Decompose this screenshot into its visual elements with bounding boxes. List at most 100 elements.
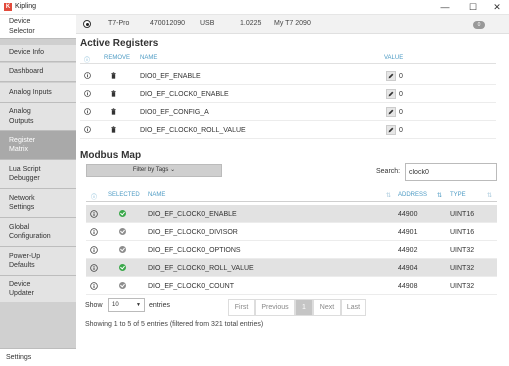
pagination-next[interactable]: Next (313, 299, 341, 316)
sidebar-item-label: Register (9, 136, 36, 144)
edit-value-button[interactable] (386, 89, 396, 99)
sidebar-item-dashboard[interactable]: Dashboard (0, 63, 76, 82)
info-icon[interactable] (84, 72, 91, 79)
selected-check-icon[interactable] (119, 210, 126, 217)
modbus-map-row[interactable]: DIO_EF_CLOCK0_ROLL_VALUE 44904 UINT32 (86, 259, 497, 277)
register-name: DIO0_EF_CONFIG_A (140, 109, 209, 116)
show-label: Show (85, 302, 103, 309)
maximize-button[interactable]: ☐ (460, 0, 486, 14)
info-column-header[interactable]: ⓘ (91, 192, 97, 201)
sidebar-item-label: Debugger (9, 175, 40, 182)
selected-check-icon[interactable] (119, 264, 126, 271)
active-registers-title: Active Registers (80, 38, 159, 49)
info-icon[interactable] (90, 246, 98, 254)
sidebar-item-analog-inputs[interactable]: Analog Inputs (0, 83, 76, 103)
name-sort-icon[interactable]: ⇅ (386, 192, 391, 199)
sidebar-item-register-matrix[interactable]: Register Matrix (0, 131, 76, 160)
sidebar-item-label: Selector (9, 27, 35, 35)
device-connection: USB (200, 20, 215, 27)
sidebar-item-device-selector[interactable]: Device Selector (0, 15, 76, 39)
address-sort-icon[interactable]: ⇅ (437, 192, 442, 199)
pagination-first[interactable]: First (228, 299, 255, 316)
page-size-select[interactable]: 10 ▼ (108, 298, 145, 312)
filter-by-tags-button[interactable]: Filter by Tags ⌄ (86, 164, 222, 177)
sidebar-item-power-up-defaults[interactable]: Power-Up Defaults (0, 247, 76, 276)
sidebar-item-label: Settings (9, 204, 35, 211)
name-column-header: NAME (140, 55, 158, 61)
sidebar-item-analog-outputs[interactable]: Analog Outputs (0, 103, 76, 131)
register-name: DIO0_EF_ENABLE (140, 73, 201, 80)
sidebar-item-label: Matrix (9, 146, 29, 153)
pagination-previous[interactable]: Previous (255, 299, 295, 316)
sidebar-item-device-updater[interactable]: Device Updater (0, 276, 76, 303)
modbus-map-header: ⓘ SELECTED NAME ⇅ ADDRESS ⇅ TYPE ⇅ (86, 189, 497, 202)
unselected-check-icon[interactable] (119, 228, 126, 235)
register-value: 0 (399, 91, 403, 98)
register-type: UINT16 (450, 229, 475, 236)
register-name: DIO_EF_CLOCK0_ROLL_VALUE (140, 127, 246, 134)
pencil-icon (388, 91, 394, 97)
selected-column-header[interactable]: SELECTED (108, 192, 140, 198)
info-icon[interactable] (84, 90, 91, 97)
unselected-check-icon[interactable] (119, 246, 126, 253)
edit-value-button[interactable] (386, 125, 396, 135)
info-icon[interactable] (90, 264, 98, 272)
pagination-last[interactable]: Last (341, 299, 366, 316)
caret-down-icon: ▼ (136, 302, 141, 308)
sidebar-item-label: Device (9, 18, 31, 25)
device-model: T7-Pro (108, 20, 130, 27)
register-name: DIO_EF_CLOCK0_OPTIONS (148, 247, 241, 254)
device-count-badge: 0 (473, 21, 485, 29)
sidebar-item-global-configuration[interactable]: Global Configuration (0, 218, 76, 247)
pencil-icon (388, 127, 394, 133)
table-summary: Showing 1 to 5 of 5 entries (filtered fr… (85, 321, 264, 328)
info-icon[interactable] (90, 210, 98, 218)
sidebar-item-label: Global (9, 223, 30, 231)
type-column-header[interactable]: TYPE (450, 192, 466, 198)
device-radio-button[interactable] (83, 20, 91, 28)
register-type: UINT32 (450, 283, 475, 290)
trash-icon[interactable] (110, 108, 117, 115)
register-value: 0 (399, 73, 403, 80)
modbus-map-row[interactable]: DIO_EF_CLOCK0_DIVISOR 44901 UINT16 (86, 223, 497, 241)
modbus-map-row[interactable]: DIO_EF_CLOCK0_ENABLE 44900 UINT16 (86, 205, 497, 223)
register-type: UINT16 (450, 211, 475, 218)
sidebar-item-lua-script-debugger[interactable]: Lua Script Debugger (0, 160, 76, 189)
sidebar-item-label: Defaults (9, 262, 35, 269)
close-button[interactable]: ✕ (484, 0, 509, 14)
remove-column-header: REMOVE (104, 55, 131, 61)
edit-value-button[interactable] (386, 71, 396, 81)
chevron-down-icon: ⌄ (170, 167, 176, 173)
trash-icon[interactable] (110, 90, 117, 97)
pagination-current-page[interactable]: 1 (295, 299, 313, 316)
sidebar-spacer (0, 302, 76, 349)
register-value: 0 (399, 109, 403, 116)
active-register-row: DIO_EF_CLOCK0_ROLL_VALUE 0 (80, 122, 496, 139)
address-column-header[interactable]: ADDRESS (398, 192, 427, 198)
info-icon[interactable] (90, 228, 98, 236)
register-name: DIO_EF_CLOCK0_ENABLE (140, 91, 229, 98)
unselected-check-icon[interactable] (119, 282, 126, 289)
name-column-header[interactable]: NAME (148, 192, 165, 198)
device-name: My T7 2090 (274, 20, 311, 27)
info-icon[interactable] (84, 108, 91, 115)
search-input[interactable] (405, 163, 497, 181)
trash-icon[interactable] (110, 72, 117, 79)
kipling-logo-icon: K (4, 3, 12, 11)
sidebar-item-settings[interactable]: Settings (0, 348, 76, 366)
edit-value-button[interactable] (386, 107, 396, 117)
register-address: 44902 (398, 247, 418, 254)
sidebar-item-network-settings[interactable]: Network Settings (0, 189, 76, 218)
sidebar-item-label: Power-Up (9, 252, 41, 260)
sidebar-item-label: Updater (9, 290, 34, 297)
minimize-button[interactable]: — (432, 0, 458, 14)
type-sort-icon[interactable]: ⇅ (487, 192, 492, 199)
info-icon[interactable] (84, 126, 91, 133)
modbus-map-row[interactable]: DIO_EF_CLOCK0_OPTIONS 44902 UINT32 (86, 241, 497, 259)
modbus-map-row[interactable]: DIO_EF_CLOCK0_COUNT 44908 UINT32 (86, 277, 497, 295)
trash-icon[interactable] (110, 126, 117, 133)
sidebar-item-device-info[interactable]: Device Info (0, 45, 76, 62)
info-icon[interactable] (90, 282, 98, 290)
pencil-icon (388, 109, 394, 115)
register-address: 44908 (398, 283, 418, 290)
